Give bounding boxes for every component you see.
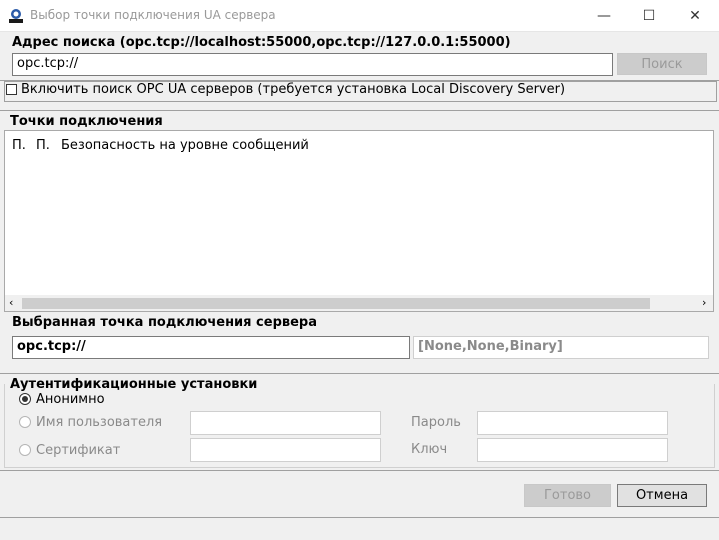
divider — [0, 373, 719, 374]
selected-endpoint-input[interactable]: opc.tcp:// — [12, 336, 410, 359]
opc-logo-icon — [9, 9, 23, 23]
endpoints-section-title: Точки подключения — [10, 114, 163, 129]
title-bar: Выбор точки подключения UA сервера — ☐ ✕ — [0, 0, 719, 32]
discovery-checkbox[interactable] — [6, 84, 17, 95]
search-address-label: Адрес поиска (opc.tcp://localhost:55000,… — [12, 35, 511, 50]
security-policy-field: [None,None,Binary] — [413, 336, 709, 359]
status-bar — [0, 518, 719, 540]
column-header[interactable]: П. — [36, 138, 50, 153]
close-icon: ✕ — [689, 7, 701, 24]
horizontal-scrollbar[interactable]: ‹ › — [5, 295, 713, 311]
discovery-checkbox-label: Включить поиск OPC UA серверов (требуетс… — [21, 82, 566, 97]
password-input[interactable] — [477, 411, 668, 435]
scroll-left-icon[interactable]: ‹ — [9, 296, 13, 309]
radio-selected-dot — [22, 396, 28, 402]
endpoints-list[interactable]: П. П. Безопасность на уровне сообщений ‹… — [4, 130, 714, 312]
maximize-icon: ☐ — [642, 7, 656, 24]
maximize-button[interactable]: ☐ — [626, 0, 672, 31]
scroll-right-icon[interactable]: › — [702, 296, 706, 309]
cancel-button[interactable]: Отмена — [617, 484, 707, 507]
anonymous-radio[interactable] — [19, 393, 31, 405]
username-label: Имя пользователя — [36, 415, 163, 430]
key-input[interactable] — [477, 438, 668, 462]
search-button[interactable]: Поиск — [617, 53, 707, 75]
certificate-input[interactable] — [190, 438, 381, 462]
anonymous-label: Анонимно — [36, 392, 105, 407]
column-header[interactable]: Безопасность на уровне сообщений — [61, 138, 309, 153]
key-label: Ключ — [411, 442, 448, 457]
divider — [0, 470, 719, 471]
window-title: Выбор точки подключения UA сервера — [30, 8, 276, 22]
minimize-button[interactable]: — — [581, 0, 627, 31]
ok-button[interactable]: Готово — [524, 484, 611, 507]
username-input[interactable] — [190, 411, 381, 435]
minimize-icon: — — [597, 7, 611, 24]
password-label: Пароль — [411, 415, 461, 430]
scroll-thumb[interactable] — [22, 298, 650, 309]
certificate-label: Сертификат — [36, 443, 121, 458]
certificate-radio[interactable] — [19, 444, 31, 456]
divider — [0, 110, 719, 111]
selected-endpoint-label: Выбранная точка подключения сервера — [12, 315, 317, 330]
username-radio[interactable] — [19, 416, 31, 428]
column-header[interactable]: П. — [12, 138, 26, 153]
search-input[interactable]: opc.tcp:// — [12, 53, 613, 76]
close-button[interactable]: ✕ — [672, 0, 718, 31]
